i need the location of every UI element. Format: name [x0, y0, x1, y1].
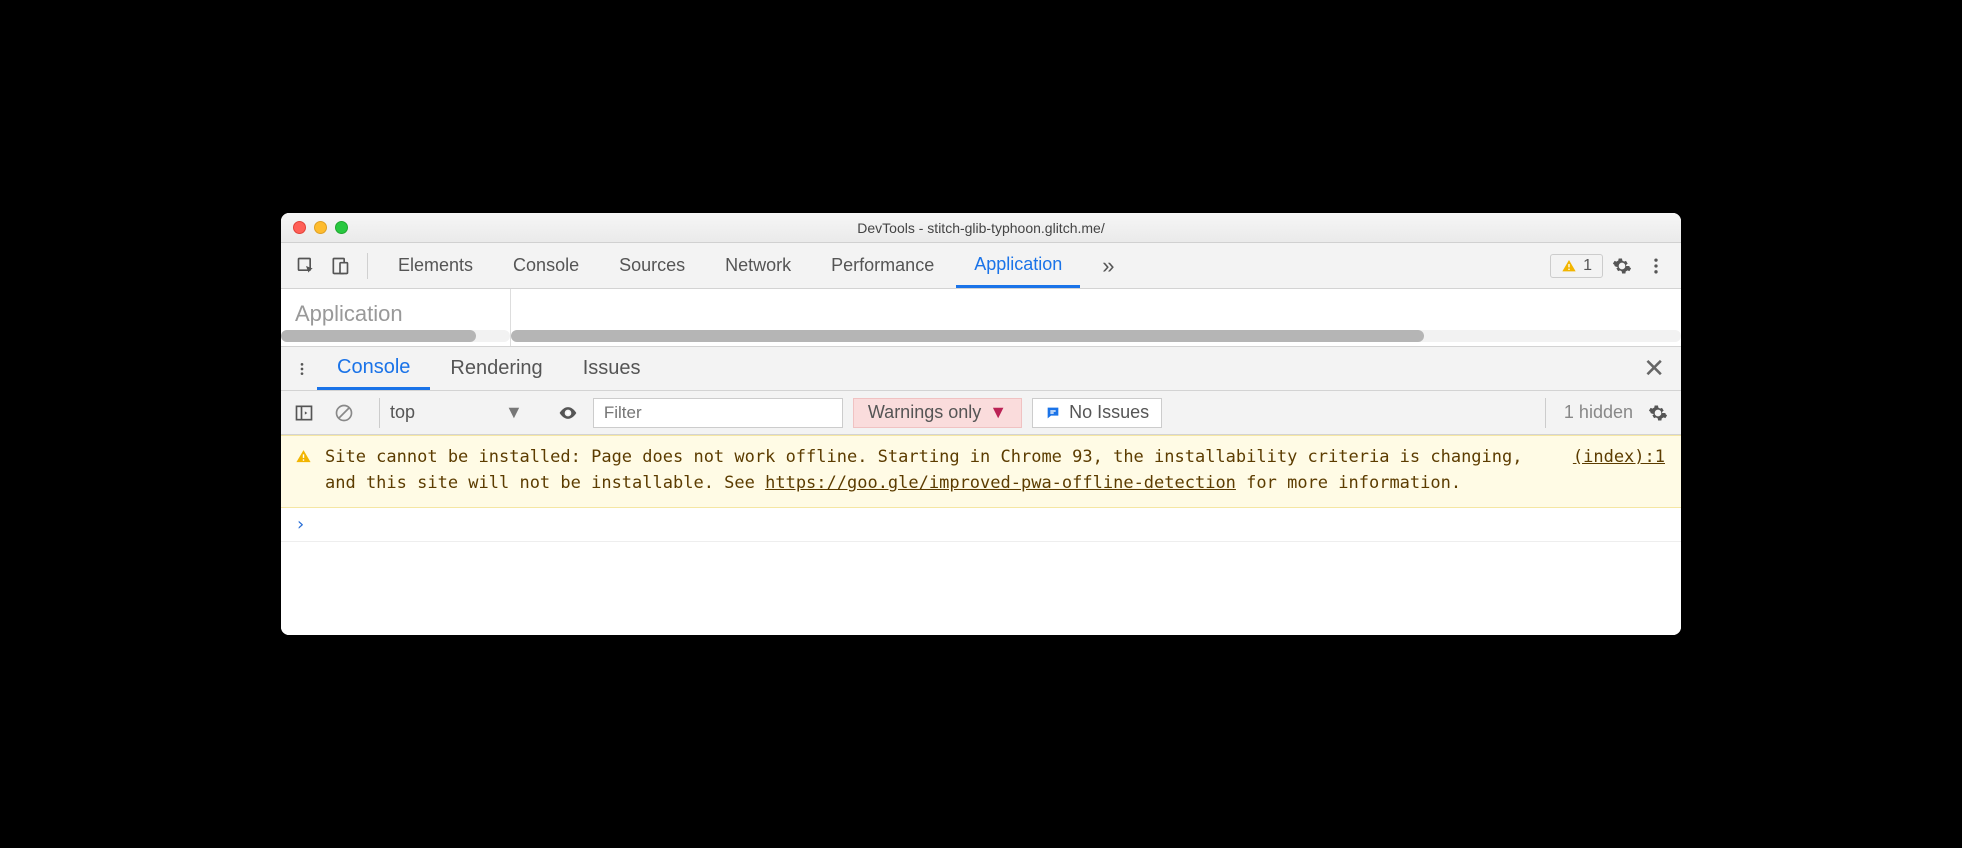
application-sidebar: Application	[281, 289, 511, 346]
log-level-label: Warnings only	[868, 402, 981, 423]
application-panel-sliver: Application	[281, 289, 1681, 347]
issues-button[interactable]: No Issues	[1032, 398, 1162, 428]
warning-message: Site cannot be installed: Page does not …	[325, 444, 1533, 497]
warning-source[interactable]: (index):1	[1545, 444, 1665, 497]
console-empty-area[interactable]	[281, 542, 1681, 622]
live-expression-icon[interactable]	[553, 398, 583, 428]
issue-chat-icon	[1045, 405, 1061, 421]
issues-count: 1	[1583, 257, 1592, 275]
drawer-tabs: Console Rendering Issues ✕	[281, 347, 1681, 391]
settings-gear-icon[interactable]	[1607, 251, 1637, 281]
inspect-element-icon[interactable]	[291, 251, 321, 281]
console-prompt[interactable]: ›	[281, 508, 1681, 542]
source-link[interactable]: (index):1	[1573, 447, 1665, 467]
main-hscrollbar[interactable]	[511, 330, 1681, 342]
tab-console[interactable]: Console	[495, 243, 597, 288]
chevron-down-icon: ▼	[989, 402, 1007, 423]
more-menu-icon[interactable]	[1641, 251, 1671, 281]
main-toolbar: Elements Console Sources Network Perform…	[281, 243, 1681, 289]
tab-network[interactable]: Network	[707, 243, 809, 288]
scrollbar-thumb[interactable]	[511, 330, 1424, 342]
drawer-tab-rendering[interactable]: Rendering	[430, 347, 562, 390]
console-toolbar: top ▼ Warnings only ▼ No Issues 1 hidden	[281, 391, 1681, 435]
warning-triangle-icon	[1561, 258, 1577, 274]
console-body: Site cannot be installed: Page does not …	[281, 435, 1681, 635]
titlebar: DevTools - stitch-glib-typhoon.glitch.me…	[281, 213, 1681, 243]
warning-text-post: for more information.	[1236, 473, 1461, 493]
tabs-overflow-button[interactable]: »	[1084, 243, 1132, 288]
console-sidebar-toggle-icon[interactable]	[289, 398, 319, 428]
clear-console-icon[interactable]	[329, 398, 359, 428]
log-level-selector[interactable]: Warnings only ▼	[853, 398, 1022, 428]
console-settings-gear-icon[interactable]	[1643, 398, 1673, 428]
tab-elements[interactable]: Elements	[380, 243, 491, 288]
close-drawer-icon[interactable]: ✕	[1633, 353, 1675, 384]
context-label: top	[390, 402, 415, 423]
tab-application[interactable]: Application	[956, 243, 1080, 288]
hidden-count[interactable]: 1 hidden	[1545, 398, 1633, 428]
tab-sources[interactable]: Sources	[601, 243, 703, 288]
window-title: DevTools - stitch-glib-typhoon.glitch.me…	[281, 220, 1681, 236]
application-main	[511, 289, 1681, 346]
console-warning-row[interactable]: Site cannot be installed: Page does not …	[281, 435, 1681, 508]
issues-label: No Issues	[1069, 402, 1149, 423]
device-toggle-icon[interactable]	[325, 251, 355, 281]
filter-input[interactable]	[593, 398, 843, 428]
issues-indicator[interactable]: 1	[1550, 254, 1603, 278]
scrollbar-thumb[interactable]	[281, 330, 476, 342]
drawer-tab-console[interactable]: Console	[317, 347, 430, 390]
context-selector[interactable]: top ▼	[379, 398, 533, 428]
warning-triangle-icon	[295, 447, 313, 497]
tab-performance[interactable]: Performance	[813, 243, 952, 288]
separator	[367, 253, 368, 279]
sidebar-heading-cut: Application	[295, 301, 403, 327]
warning-link[interactable]: https://goo.gle/improved-pwa-offline-det…	[765, 473, 1236, 493]
sidebar-hscrollbar[interactable]	[281, 330, 510, 342]
drawer-more-icon[interactable]	[287, 354, 317, 384]
chevron-down-icon: ▼	[505, 402, 523, 423]
devtools-window: DevTools - stitch-glib-typhoon.glitch.me…	[281, 213, 1681, 635]
drawer-tab-issues[interactable]: Issues	[563, 347, 661, 390]
